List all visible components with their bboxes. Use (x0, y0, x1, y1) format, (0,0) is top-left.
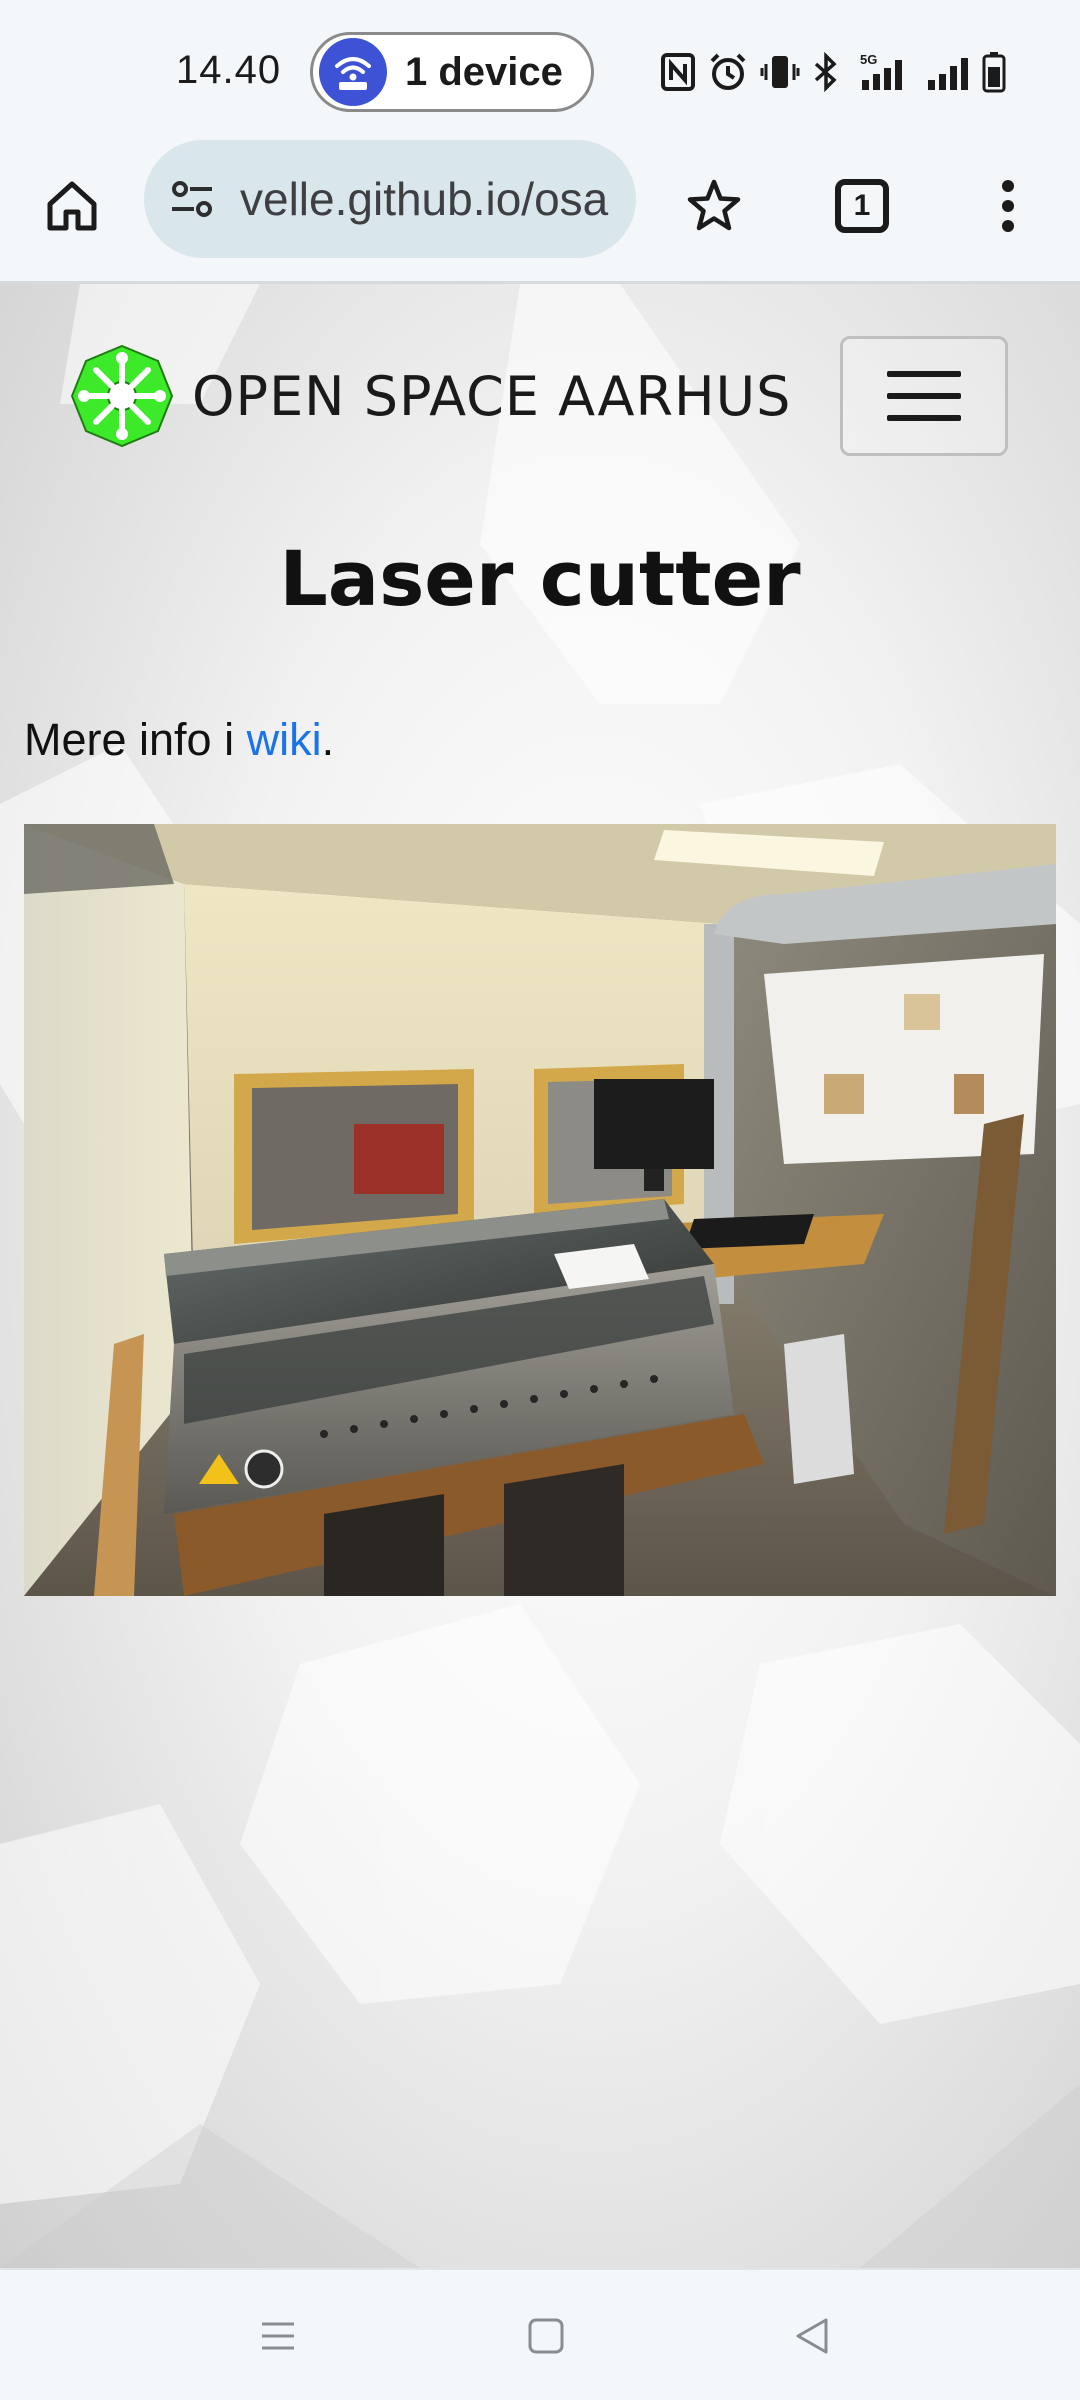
nav-toggle-button[interactable] (840, 336, 1008, 456)
network-type-label: 5G (860, 52, 877, 67)
status-clock: 14.40 (176, 48, 282, 92)
site-navbar: OPEN SPACE AARHUS (0, 284, 1080, 484)
vibrate-icon (760, 56, 800, 88)
hotspot-label: 1 device (405, 49, 563, 94)
intro-text: Mere info i (24, 714, 247, 765)
tab-switcher-button[interactable]: 1 (824, 168, 900, 244)
back-triangle-icon (796, 2318, 828, 2354)
menu-icon-bar (887, 415, 961, 421)
star-outline-icon (687, 179, 741, 231)
address-bar[interactable]: velle.github.io/osa (144, 140, 636, 258)
tune-icon[interactable] (166, 173, 218, 225)
hotspot-chip[interactable]: 1 device (310, 32, 594, 112)
recents-button[interactable] (246, 2304, 310, 2368)
menu-icon-bar (887, 371, 961, 377)
home-nav-button[interactable] (514, 2304, 578, 2368)
browser-menu-button[interactable] (980, 168, 1036, 244)
browser-toolbar: velle.github.io/osa 1 (0, 140, 1080, 284)
intro-paragraph: Mere info i wiki. (24, 714, 334, 766)
alarm-icon (710, 53, 746, 90)
battery-icon (982, 52, 1006, 93)
back-button[interactable] (780, 2304, 844, 2368)
system-navigation-bar (0, 2268, 1080, 2400)
wiki-link[interactable]: wiki (247, 714, 322, 765)
home-button[interactable] (36, 170, 108, 242)
page-title: Laser cutter (279, 534, 801, 623)
web-page: OPEN SPACE AARHUS Laser cutter Mere info… (0, 284, 1080, 2268)
nfc-icon (661, 53, 695, 91)
signal-5g-icon: 5G (860, 52, 902, 90)
brand-link[interactable]: OPEN SPACE AARHUS (70, 344, 791, 448)
tab-count: 1 (835, 179, 889, 233)
intro-end: . (321, 714, 335, 765)
brand-name[interactable]: OPEN SPACE AARHUS (192, 365, 791, 428)
menu-icon-bar (887, 393, 961, 399)
bookmark-button[interactable] (676, 168, 752, 244)
bluetooth-icon (814, 52, 837, 92)
signal-icon (928, 58, 968, 90)
open-space-aarhus-logo-icon (70, 344, 174, 448)
hotspot-icon (319, 38, 387, 106)
square-home-icon (528, 2318, 564, 2354)
more-vert-icon (1002, 180, 1014, 232)
url-text[interactable]: velle.github.io/osa (240, 172, 610, 226)
status-icons: 5G (660, 48, 1006, 96)
recents-icon (262, 2322, 294, 2350)
laser-cutter-photo (24, 824, 1056, 1596)
laser-cutter-photo-illustration (24, 824, 1056, 1596)
home-icon (47, 181, 97, 231)
status-bar: 14.40 1 device 5G (0, 0, 1080, 140)
